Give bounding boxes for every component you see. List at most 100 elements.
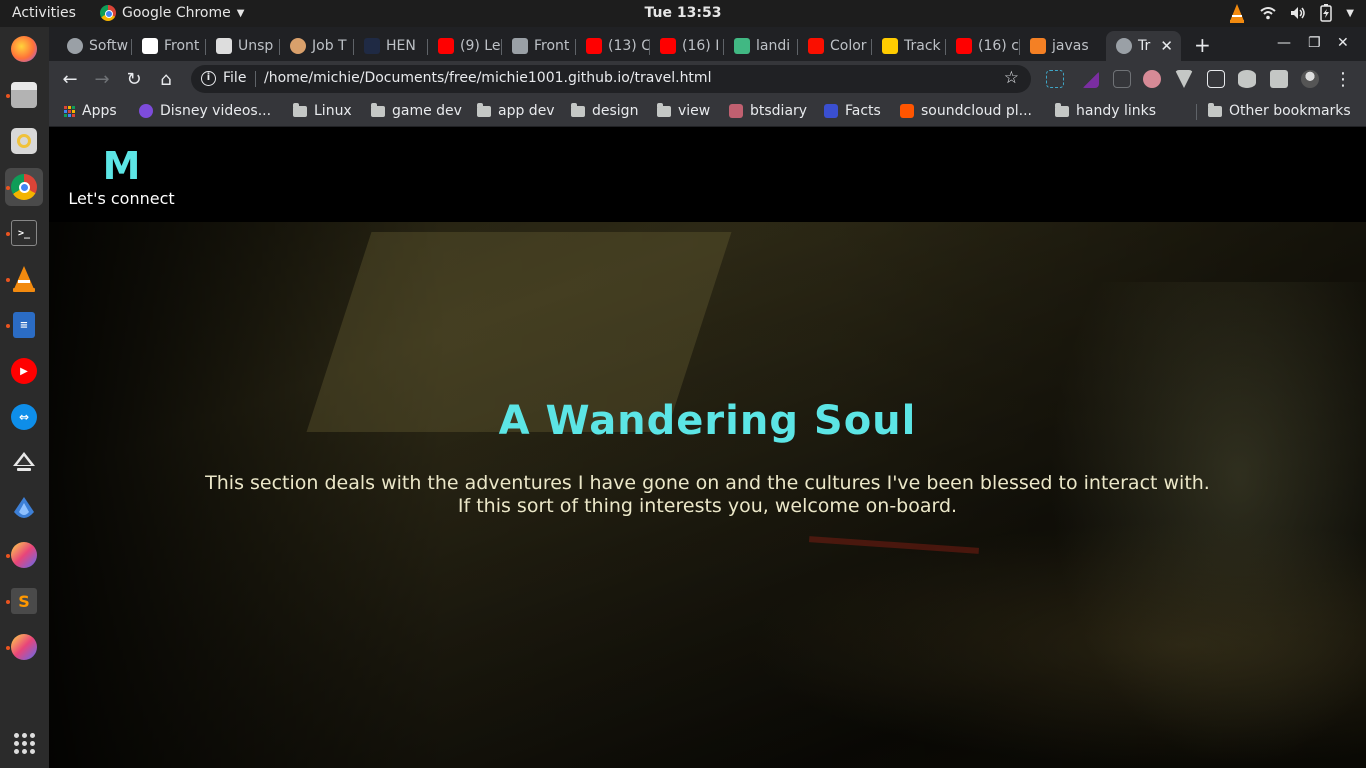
graduation-cap-icon — [512, 38, 528, 54]
extensions-puzzle-icon[interactable] — [1270, 70, 1288, 88]
chrome-icon — [11, 174, 37, 200]
bookmark-folder-design[interactable]: design — [571, 102, 638, 119]
site-logo[interactable]: M — [49, 144, 194, 188]
lets-connect-link[interactable]: Let's connect — [49, 189, 194, 208]
dock-krita[interactable] — [5, 536, 43, 574]
forward-button[interactable]: → — [91, 68, 113, 90]
bookmark-facts[interactable]: Facts — [824, 103, 881, 119]
vlc-tray-icon[interactable] — [1228, 3, 1246, 23]
clock[interactable]: Tue 13:53 — [645, 5, 722, 21]
tab[interactable]: Front — [502, 31, 576, 61]
bookmark-extension-icon[interactable] — [1113, 70, 1131, 88]
dock-writer[interactable]: ≡ — [5, 306, 43, 344]
dock-vlc[interactable] — [5, 260, 43, 298]
tab[interactable]: (16) I — [650, 31, 724, 61]
bookmark-folder-linux[interactable]: Linux — [293, 102, 352, 119]
tab[interactable]: Job T — [280, 31, 354, 61]
app-icon — [14, 497, 34, 518]
dock-firefox[interactable] — [5, 30, 43, 68]
brain-extension-icon[interactable] — [1143, 70, 1161, 88]
avatar[interactable] — [1301, 70, 1319, 88]
home-button[interactable]: ⌂ — [155, 68, 177, 90]
tab[interactable]: HEN — [354, 31, 428, 61]
address-bar[interactable]: i File /home/michie/Documents/free/michi… — [191, 65, 1031, 93]
tab-label: Front — [534, 38, 570, 54]
bookmark-star-icon[interactable]: ☆ — [1004, 68, 1019, 88]
bookmark-disney-videos[interactable]: Disney videos... — [139, 103, 271, 119]
close-window-button[interactable]: ✕ — [1337, 35, 1349, 51]
bookmark-btsdiary[interactable]: btsdiary — [729, 103, 807, 119]
tab-active[interactable]: Tr ✕ — [1106, 31, 1181, 61]
dock-app[interactable] — [5, 490, 43, 528]
tab[interactable]: Front — [132, 31, 206, 61]
wifi-icon[interactable] — [1260, 6, 1276, 20]
database-extension-icon[interactable] — [1238, 70, 1256, 88]
apps-icon — [64, 105, 75, 117]
notion-extension-icon[interactable] — [1207, 70, 1225, 88]
folder-icon — [1208, 102, 1222, 117]
app-menu[interactable]: Google Chrome ▼ — [100, 5, 244, 21]
menu-kebab-icon[interactable]: ⋮ — [1332, 68, 1354, 90]
folder-icon — [1055, 102, 1069, 117]
reload-button[interactable]: ↻ — [123, 68, 145, 90]
tab[interactable]: Unsp — [206, 31, 280, 61]
dock-terminal[interactable]: >_ — [5, 214, 43, 252]
youtube-icon — [586, 38, 602, 54]
tab[interactable]: javas — [1020, 31, 1104, 61]
hero-section: A Wandering Soul This section deals with… — [49, 222, 1366, 768]
dock-youtube-music[interactable]: ▶ — [5, 352, 43, 390]
bookmark-soundcloud[interactable]: soundcloud pl... — [900, 103, 1032, 119]
krita-icon — [11, 542, 37, 568]
system-tray[interactable]: ▼ — [1228, 3, 1354, 23]
tab[interactable]: (13) C — [576, 31, 650, 61]
back-button[interactable]: ← — [59, 68, 81, 90]
vuetify-icon[interactable] — [1175, 70, 1193, 88]
bookmark-folder-view[interactable]: view — [657, 102, 710, 119]
dock-files[interactable] — [5, 76, 43, 114]
tab[interactable]: Softw — [57, 31, 132, 61]
running-indicator — [6, 278, 10, 282]
tab[interactable]: (9) Le — [428, 31, 502, 61]
dock-inkscape[interactable] — [5, 444, 43, 482]
folder-icon — [371, 102, 385, 117]
maximize-button[interactable]: ❐ — [1308, 35, 1321, 51]
volume-icon[interactable] — [1290, 6, 1306, 20]
system-menu-caret-icon[interactable]: ▼ — [1346, 8, 1354, 19]
page-viewport: M Let's connect A Wandering Soul This se… — [49, 131, 1366, 768]
url-text[interactable]: /home/michie/Documents/free/michie1001.g… — [264, 70, 711, 86]
bookmark-folder-game-dev[interactable]: game dev — [371, 102, 462, 119]
tab[interactable]: Track — [872, 31, 946, 61]
activities-button[interactable]: Activities — [12, 5, 76, 21]
tab-label: (16) I — [682, 38, 720, 54]
bookmark-label: Linux — [314, 103, 352, 119]
minimize-button[interactable]: — — [1277, 35, 1291, 51]
tab[interactable]: Color — [798, 31, 872, 61]
site-header: M Let's connect — [49, 131, 1366, 222]
bookmark-other-bookmarks[interactable]: Other bookmarks — [1208, 102, 1351, 119]
hero-description: This section deals with the adventures I… — [49, 472, 1366, 518]
tab[interactable]: (16) c — [946, 31, 1020, 61]
running-indicator — [6, 324, 10, 328]
battery-icon[interactable] — [1320, 4, 1333, 22]
dock-sublime-text[interactable]: S — [5, 582, 43, 620]
bookmark-label: soundcloud pl... — [921, 103, 1032, 119]
adobe-icon — [808, 38, 824, 54]
close-tab-icon[interactable]: ✕ — [1160, 37, 1173, 55]
bookmark-apps[interactable]: Apps — [64, 103, 117, 119]
color-picker-icon[interactable] — [1081, 70, 1099, 88]
youtube-icon — [438, 38, 454, 54]
tab-label: Unsp — [238, 38, 274, 54]
info-icon[interactable]: i — [201, 71, 216, 86]
dock-krita-2[interactable] — [5, 628, 43, 666]
show-applications-button[interactable] — [14, 733, 35, 754]
dock-chrome[interactable] — [5, 168, 43, 206]
dock-rhythmbox[interactable] — [5, 122, 43, 160]
rhythmbox-icon — [11, 128, 37, 154]
dock-teamviewer[interactable]: ⇔ — [5, 398, 43, 436]
new-tab-button[interactable]: + — [1194, 33, 1211, 57]
bookmark-folder-handy-links[interactable]: handy links — [1055, 102, 1156, 119]
bookmark-folder-app-dev[interactable]: app dev — [477, 102, 555, 119]
browser-window: Softw Front Unsp Job T HEN (9) Le Front … — [49, 27, 1366, 768]
tab[interactable]: landi — [724, 31, 798, 61]
extension-n-icon[interactable] — [1046, 70, 1064, 88]
